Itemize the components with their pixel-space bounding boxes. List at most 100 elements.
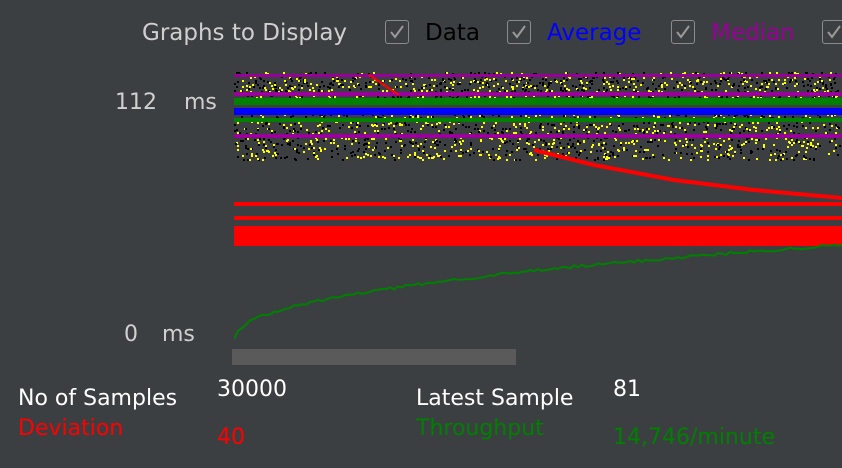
sample-point [331, 89, 333, 91]
sample-point [707, 122, 709, 124]
sample-point [567, 143, 569, 145]
sample-point [493, 159, 495, 161]
sample-point [484, 72, 486, 74]
checkbox-checked-icon[interactable] [822, 20, 842, 44]
sample-point [461, 90, 463, 92]
sample-point [385, 142, 387, 144]
sample-point [289, 144, 291, 146]
sample-point [452, 89, 454, 91]
sample-point [289, 130, 291, 132]
checkbox-checked-icon[interactable] [385, 20, 409, 44]
sample-point [786, 87, 788, 89]
sample-point [337, 78, 339, 80]
sample-point [473, 152, 475, 154]
sample-point [296, 78, 298, 80]
sample-point [646, 131, 648, 133]
sample-point [277, 153, 279, 155]
sample-point [540, 90, 542, 92]
sample-point [807, 84, 809, 86]
checkbox-checked-icon[interactable] [671, 20, 695, 44]
sample-point [407, 130, 409, 132]
sample-point [483, 122, 485, 124]
sample-point [573, 126, 575, 128]
sample-point [679, 140, 681, 142]
sample-point [758, 139, 760, 141]
sample-point [307, 85, 309, 87]
sample-point [350, 152, 352, 154]
sample-point [506, 159, 508, 161]
sample-point [443, 158, 445, 160]
sample-point [365, 82, 367, 84]
sample-point [796, 126, 798, 128]
sample-point [358, 148, 360, 150]
sample-point [703, 81, 705, 83]
sample-point [251, 115, 253, 117]
sample-point [698, 77, 700, 79]
sample-point [516, 85, 518, 87]
sample-point [512, 88, 514, 90]
sample-point [468, 115, 470, 117]
sample-point [247, 148, 249, 150]
sample-point [821, 80, 823, 82]
sample-point [446, 72, 448, 74]
checkbox-checked-icon[interactable] [507, 20, 531, 44]
sample-point [550, 82, 552, 84]
sample-point [417, 156, 419, 158]
graph-horizontal-scrollbar[interactable] [232, 349, 516, 365]
sample-point [835, 144, 837, 146]
sample-point [281, 144, 283, 146]
sample-point [551, 124, 553, 126]
sample-point [749, 77, 751, 79]
sample-point [580, 80, 582, 82]
sample-point [262, 125, 264, 127]
sample-point [350, 122, 352, 124]
sample-point [451, 146, 453, 148]
sample-point [283, 72, 285, 74]
sample-point [636, 140, 638, 142]
sample-point [711, 89, 713, 91]
sample-point [495, 79, 497, 81]
sample-point [275, 149, 277, 151]
sample-point [353, 85, 355, 87]
sample-point [336, 148, 338, 150]
sample-point [768, 127, 770, 129]
sample-point [720, 78, 722, 80]
sample-point [759, 89, 761, 91]
sample-point [648, 90, 650, 92]
sample-point [265, 89, 267, 91]
sample-point [245, 128, 247, 130]
sample-point [572, 143, 574, 145]
sample-point [513, 123, 515, 125]
sample-point [553, 139, 555, 141]
sample-point [786, 158, 788, 160]
sample-point [675, 139, 677, 141]
sample-point [304, 81, 306, 83]
sample-point [398, 157, 400, 159]
sample-point [545, 79, 547, 81]
sample-point [478, 150, 480, 152]
sample-point [480, 79, 482, 81]
sample-point [579, 152, 581, 154]
sample-point [512, 86, 514, 88]
sample-point [284, 157, 286, 159]
sample-point [255, 82, 257, 84]
sample-point [838, 127, 840, 129]
sample-point [707, 124, 709, 126]
sample-point [248, 88, 250, 90]
sample-point [762, 148, 764, 150]
sample-point [494, 129, 496, 131]
sample-point [812, 145, 814, 147]
sample-point [602, 79, 604, 81]
sample-point [240, 90, 242, 92]
sample-point [237, 156, 239, 158]
sample-point [405, 124, 407, 126]
sample-point [725, 79, 727, 81]
sample-point [410, 90, 412, 92]
sample-point [283, 127, 285, 129]
sample-point [622, 87, 624, 89]
sample-point [512, 143, 514, 145]
sample-point [234, 83, 236, 85]
sample-point [306, 129, 308, 131]
sample-point [705, 87, 707, 89]
sample-point [391, 154, 393, 156]
